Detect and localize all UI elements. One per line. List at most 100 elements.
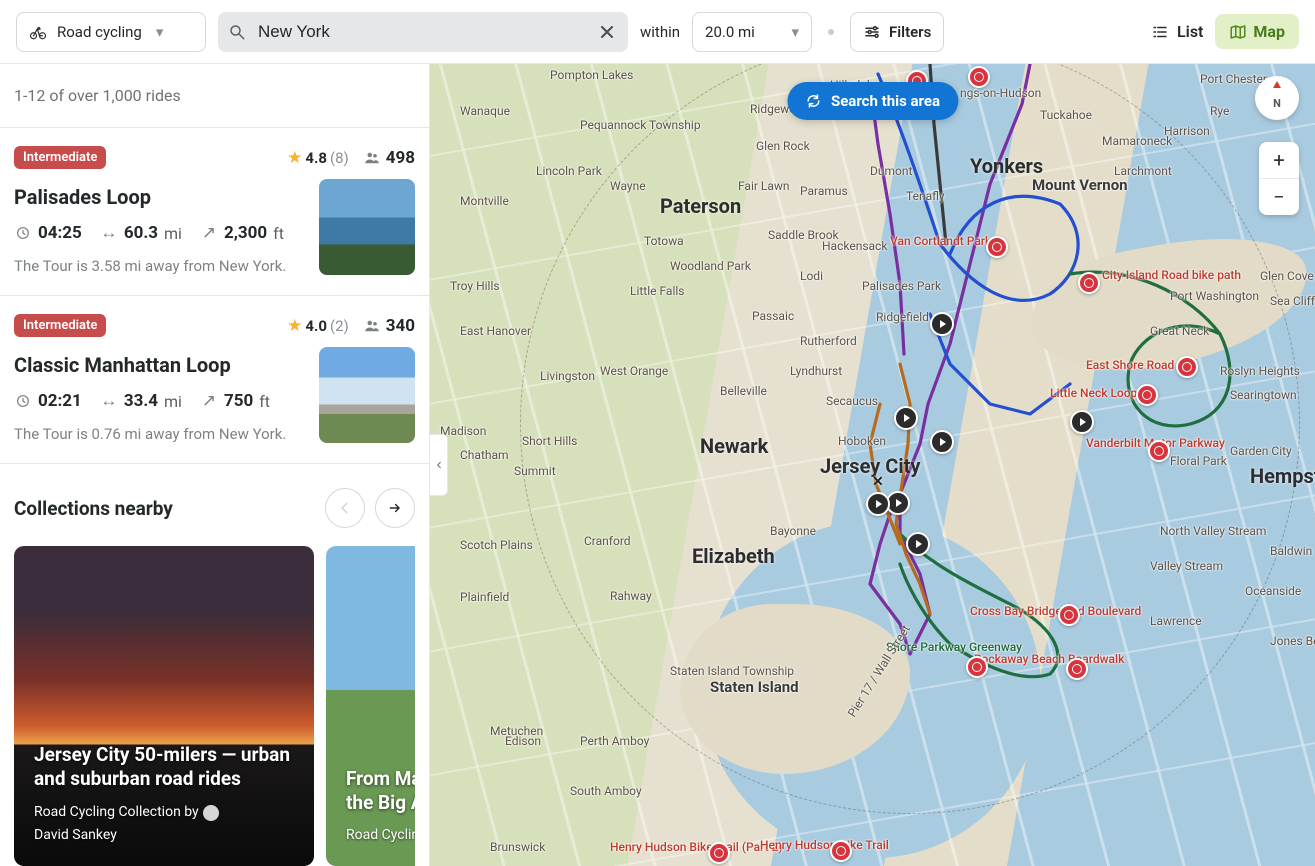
ascent-value: 2,300	[224, 223, 267, 243]
top-toolbar: Road cycling ▾ within 20.0 mi ▾ Filters …	[0, 0, 1315, 64]
rating: ★ 4.8 (8)	[287, 148, 349, 168]
chevron-down-icon: ▾	[156, 23, 164, 41]
search-this-area-button[interactable]: Search this area	[787, 82, 958, 120]
distance-from-location: The Tour is 3.58 mi away from New York.	[14, 257, 305, 275]
route-poi-marker[interactable]	[1176, 356, 1198, 378]
zoom-out-button[interactable]: −	[1259, 178, 1299, 215]
results-count: 1-12 of over 1,000 rides	[0, 64, 429, 127]
map-place-label: Totowa	[644, 234, 684, 248]
map-place-label: Scotch Plains	[460, 538, 533, 552]
route-poi-marker[interactable]	[986, 236, 1008, 258]
route-poi-marker[interactable]	[968, 66, 990, 88]
map-route-label: East Shore Road	[1086, 358, 1174, 372]
rating-value: 4.8	[305, 149, 327, 167]
tour-start-marker[interactable]	[1070, 410, 1094, 434]
collapse-sidebar-handle[interactable]	[430, 434, 448, 496]
zoom-control: + −	[1259, 142, 1299, 215]
arrow-left-icon	[338, 501, 352, 515]
map-place-label: Montville	[460, 194, 509, 208]
search-input[interactable]	[256, 21, 586, 43]
route-poi-marker[interactable]	[1148, 440, 1170, 462]
map-place-label: Perth Amboy	[580, 734, 649, 748]
collections-prev-button[interactable]	[325, 488, 365, 528]
tour-card[interactable]: Intermediate ★ 4.0 (2) 340 Classic Manha…	[0, 295, 429, 463]
map-city-label: Paterson	[660, 194, 741, 218]
route-poi-marker[interactable]	[1136, 384, 1158, 406]
tour-title: Palisades Loop	[14, 185, 305, 209]
map-place-label: Chatham	[460, 448, 509, 462]
ascent-unit: ft	[273, 224, 284, 243]
collection-title: From Manhattan – The best of the Big App…	[346, 767, 415, 815]
location-search[interactable]	[218, 12, 628, 52]
route-poi-marker[interactable]	[708, 842, 730, 864]
tour-start-marker[interactable]	[930, 312, 954, 336]
duration-value: 04:25	[38, 223, 82, 243]
separator-dot	[828, 29, 834, 35]
map-place-label: Rahway	[610, 589, 652, 603]
map-place-label: Belleville	[720, 384, 767, 398]
radius-select[interactable]: 20.0 mi ▾	[692, 12, 812, 52]
route-poi-marker[interactable]	[830, 840, 852, 862]
rating-count: (8)	[330, 149, 349, 167]
collection-card[interactable]: Jersey City 50-milers — urban and suburb…	[14, 546, 314, 866]
map-place-label: Searingtown	[1230, 388, 1297, 402]
clear-search-button[interactable]	[596, 21, 618, 43]
distance-value: 60.3	[124, 223, 158, 243]
map-place-label: Tenafly	[906, 189, 945, 203]
tour-start-marker[interactable]	[894, 406, 918, 430]
route-poi-marker[interactable]	[1078, 272, 1100, 294]
duration-value: 02:21	[38, 391, 82, 411]
tour-start-marker[interactable]	[866, 492, 890, 516]
collection-type: Road Cycling Collection by	[346, 826, 415, 846]
list-view-toggle[interactable]: List	[1151, 22, 1203, 41]
map-place-label: Little Falls	[630, 284, 684, 298]
chevron-down-icon: ▾	[792, 23, 800, 41]
distance-value: 33.4	[124, 391, 158, 411]
collection-type: Road Cycling Collection by	[34, 803, 199, 823]
within-label: within	[640, 23, 680, 41]
filters-button[interactable]: Filters	[850, 12, 944, 52]
route-poi-marker[interactable]	[1058, 604, 1080, 626]
map-place-label: West Orange	[600, 364, 668, 378]
map-place-label: Roslyn Heights	[1220, 364, 1300, 378]
route-poi-marker[interactable]	[1066, 658, 1088, 680]
ascent-unit: ft	[259, 392, 270, 411]
map-city-label: Yonkers	[970, 154, 1043, 178]
list-icon	[1151, 23, 1169, 41]
map-place-label: Secaucus	[826, 394, 878, 408]
map-route-label: Shore Parkway Greenway	[886, 640, 1022, 654]
map-place-label: Lyndhurst	[790, 364, 842, 378]
map-place-label: ngs-on-Hudson	[960, 86, 1041, 100]
people-value: 498	[386, 148, 415, 168]
map-place-label: Rye	[1210, 104, 1229, 118]
zoom-in-button[interactable]: +	[1259, 142, 1299, 178]
collection-subtitle: Road Cycling Collection by Perceval	[346, 826, 415, 846]
map-place-label: Baldwin	[1270, 544, 1312, 558]
distance-from-location: The Tour is 0.76 mi away from New York.	[14, 425, 305, 443]
refresh-icon	[805, 93, 821, 109]
tour-card[interactable]: Intermediate ★ 4.8 (8) 498 Palisades Loo…	[0, 127, 429, 295]
tour-start-marker[interactable]	[930, 430, 954, 454]
star-icon: ★	[287, 148, 302, 168]
map-canvas[interactable]: PatersonNewarkJersey CityElizabethYonker…	[430, 64, 1315, 866]
map-place-label: Bayonne	[770, 524, 816, 538]
location-center-marker: ✕	[872, 474, 884, 490]
collections-next-button[interactable]	[375, 488, 415, 528]
people-icon	[363, 317, 381, 335]
star-icon: ★	[287, 316, 302, 336]
map-place-label: Short Hills	[522, 434, 577, 448]
map-place-label: Floral Park	[1170, 454, 1227, 468]
map-place-label: North Valley Stream	[1160, 524, 1266, 538]
map-place-label: Brunswick	[490, 840, 545, 854]
map-view-toggle[interactable]: Map	[1215, 14, 1299, 49]
map-route-label: Cross Bay Bridge and Boulevard	[970, 604, 1141, 618]
tour-start-marker[interactable]	[906, 532, 930, 556]
activity-select[interactable]: Road cycling ▾	[16, 12, 206, 52]
collection-card[interactable]: From Manhattan – The best of the Big App…	[326, 546, 415, 866]
compass-control[interactable]: N	[1255, 76, 1299, 120]
map-place-label: Harrison	[1164, 124, 1210, 138]
map-city-label: Jersey City	[820, 454, 921, 478]
map-place-label: Oceanside	[1245, 584, 1301, 598]
map-place-label: Pequannock Township	[580, 118, 701, 132]
route-poi-marker[interactable]	[966, 656, 988, 678]
